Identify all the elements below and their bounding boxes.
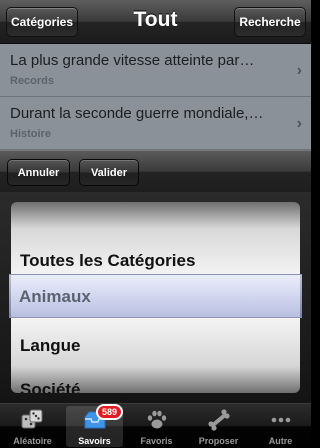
tab-favoris[interactable]: Favoris: [128, 406, 185, 447]
bone-icon: [208, 409, 230, 431]
picker-option[interactable]: Langue: [20, 336, 80, 356]
tab-autre[interactable]: Autre: [252, 406, 309, 447]
paw-icon: [147, 410, 167, 429]
tab-label: Savoirs: [78, 436, 111, 446]
list-item[interactable]: Durant la seconde guerre mondiale,… Hist…: [0, 97, 311, 150]
picker-selected-option: Animaux: [19, 287, 91, 306]
tab-bar: Aléatoire 589 Savoirs Favoris Proposer A…: [0, 403, 311, 448]
tab-label: Autre: [268, 436, 293, 446]
dice-icon: [21, 409, 43, 429]
tab-label: Favoris: [140, 436, 173, 446]
category-picker: Toutes les Catégories Langue Société Ani…: [0, 192, 311, 403]
picker-option[interactable]: Toutes les Catégories: [20, 251, 195, 271]
unread-badge: 589: [96, 404, 124, 420]
tab-savoirs[interactable]: 589 Savoirs: [66, 404, 124, 447]
nav-bar: Catégories Tout Recherche: [0, 0, 311, 44]
tab-aleatoire[interactable]: Aléatoire: [4, 406, 61, 447]
list-item-title: La plus grande vitesse atteinte par…: [10, 52, 255, 69]
list-item-title: Durant la seconde guerre mondiale,…: [10, 105, 264, 122]
chevron-right-icon: ›: [296, 115, 302, 132]
picker-option[interactable]: Société: [20, 380, 80, 393]
cancel-button[interactable]: Annuler: [7, 159, 70, 186]
picker-toolbar: Annuler Valider: [0, 150, 311, 192]
chevron-right-icon: ›: [296, 62, 302, 79]
page-title: Tout: [133, 8, 178, 31]
tab-label: Aléatoire: [13, 436, 52, 446]
more-icon: [271, 417, 291, 423]
search-button[interactable]: Recherche: [234, 7, 306, 37]
list-item-category: Histoire: [10, 128, 51, 140]
picker-selection[interactable]: Animaux: [9, 274, 302, 318]
tab-label: Proposer: [198, 436, 239, 446]
tab-proposer[interactable]: Proposer: [190, 406, 247, 447]
categories-button[interactable]: Catégories: [6, 7, 78, 37]
confirm-button[interactable]: Valider: [79, 159, 139, 186]
fact-list: La plus grande vitesse atteinte par… Rec…: [0, 44, 311, 150]
list-item[interactable]: La plus grande vitesse atteinte par… Rec…: [0, 44, 311, 97]
list-item-category: Records: [10, 75, 55, 87]
